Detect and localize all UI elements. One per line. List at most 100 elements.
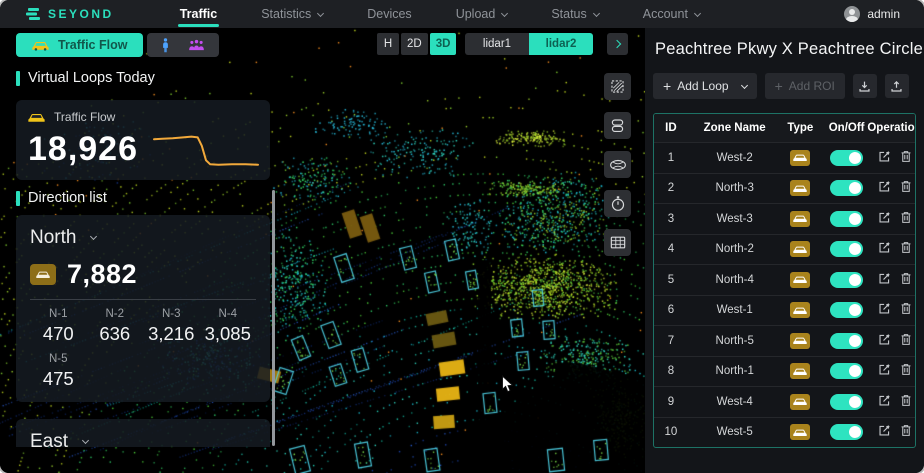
onoff-toggle[interactable] [830,150,863,166]
upload-button[interactable] [885,74,909,98]
other-modes-button-group[interactable] [147,33,219,57]
nav-item-status[interactable]: Status [529,0,620,28]
edit-button[interactable] [878,302,891,318]
loop-stat-n-1: N-1470 [30,308,87,345]
direction-list-scroll-area[interactable]: North 7,882 N-1470N-2636N-33,216N-43,085… [16,208,274,447]
table-row: 1West-2 [654,142,915,173]
onoff-toggle[interactable] [830,424,863,440]
onoff-toggle[interactable] [830,333,863,349]
nav-item-account[interactable]: Account [621,0,722,28]
car-type-chip [790,211,810,227]
onoff-cell [819,394,874,410]
view-mode-h-button[interactable]: H [377,33,399,55]
onoff-toggle[interactable] [830,272,863,288]
add-roi-label: Add ROI [789,79,835,93]
onoff-cell [819,150,874,166]
loops-icon [609,117,626,134]
car-type-chip [790,180,810,196]
view-mode-group: H2D3D [377,33,456,55]
region-select-tool-button[interactable] [604,73,631,100]
loop-label: N-5 [30,353,87,365]
onoff-toggle[interactable] [830,241,863,257]
edit-button[interactable] [878,333,891,349]
zone-type-cell [782,333,820,349]
left-panel-scrollbar[interactable] [272,190,275,446]
trash-icon [900,302,912,315]
car-type-chip [790,394,810,410]
edit-icon [878,241,891,254]
cylinder-tool-button[interactable] [604,151,631,178]
delete-button[interactable] [900,363,912,379]
zone-type-cell [782,180,820,196]
table-header-row: IDZone NameTypeOn/OffOperation [654,114,915,142]
direction-north-dropdown[interactable]: North [30,227,256,249]
view-mode-2d-button[interactable]: 2D [401,33,428,55]
loop-label: N-4 [200,308,257,320]
add-loop-button[interactable]: + Add Loop [653,73,757,99]
edit-button[interactable] [878,211,891,227]
timer-tool-button[interactable] [604,190,631,217]
zone-name: West-1 [688,304,782,316]
add-loop-label: Add Loop [677,79,728,93]
onoff-toggle[interactable] [830,302,863,318]
delete-button[interactable] [900,150,912,166]
delete-button[interactable] [900,302,912,318]
nav-item-traffic[interactable]: Traffic [158,0,240,28]
download-button[interactable] [853,74,877,98]
nav-item-label: Account [643,7,688,21]
seyond-logo-icon [26,7,41,21]
loops-tool-button[interactable] [604,112,631,139]
edit-button[interactable] [878,394,891,410]
edit-button[interactable] [878,180,891,196]
nav-item-upload[interactable]: Upload [434,0,530,28]
direction-east-dropdown[interactable]: East [30,431,256,447]
trash-icon [900,241,912,254]
onoff-cell [819,272,874,288]
direction-card-north: North 7,882 N-1470N-2636N-33,216N-43,085… [16,215,270,402]
delete-button[interactable] [900,272,912,288]
onoff-toggle[interactable] [830,363,863,379]
onoff-toggle[interactable] [830,211,863,227]
mode-toggle-row: Traffic Flow [16,33,219,57]
summary-card-label: Traffic Flow [54,110,115,124]
row-id: 4 [654,243,688,255]
operation-cell [874,394,915,410]
operation-cell [874,272,915,288]
nav-item-devices[interactable]: Devices [345,0,433,28]
edit-button[interactable] [878,424,891,440]
trash-icon [900,211,912,224]
user-menu[interactable]: admin [844,6,900,22]
grid-icon [610,235,626,250]
trash-icon [900,333,912,346]
delete-button[interactable] [900,211,912,227]
loop-value: 3,085 [200,323,257,345]
car-type-chip [790,272,810,288]
grid-tool-button[interactable] [604,229,631,256]
lidar-tab-lidar1[interactable]: lidar1 [465,33,529,55]
delete-button[interactable] [900,241,912,257]
nav-item-statistics[interactable]: Statistics [239,0,345,28]
expand-panel-button[interactable] [607,33,628,55]
lidar-tab-lidar2[interactable]: lidar2 [529,33,593,55]
plus-icon: + [775,78,783,94]
add-roi-button[interactable]: + Add ROI [765,73,845,99]
edit-button[interactable] [878,363,891,379]
car-icon [793,153,807,162]
edit-icon [878,211,891,224]
logo-text: SEYOND [48,7,114,21]
delete-button[interactable] [900,333,912,349]
crowd-icon [188,39,205,52]
delete-button[interactable] [900,180,912,196]
onoff-toggle[interactable] [830,394,863,410]
traffic-flow-mode-button[interactable]: Traffic Flow [16,33,143,57]
onoff-toggle[interactable] [830,180,863,196]
column-header-operation: Operation [874,122,915,134]
traffic-flow-mode-label: Traffic Flow [58,38,127,52]
edit-button[interactable] [878,150,891,166]
edit-button[interactable] [878,241,891,257]
delete-button[interactable] [900,424,912,440]
seyond-logo[interactable]: SEYOND [26,7,114,21]
delete-button[interactable] [900,394,912,410]
edit-button[interactable] [878,272,891,288]
view-mode-3d-button[interactable]: 3D [430,33,457,55]
